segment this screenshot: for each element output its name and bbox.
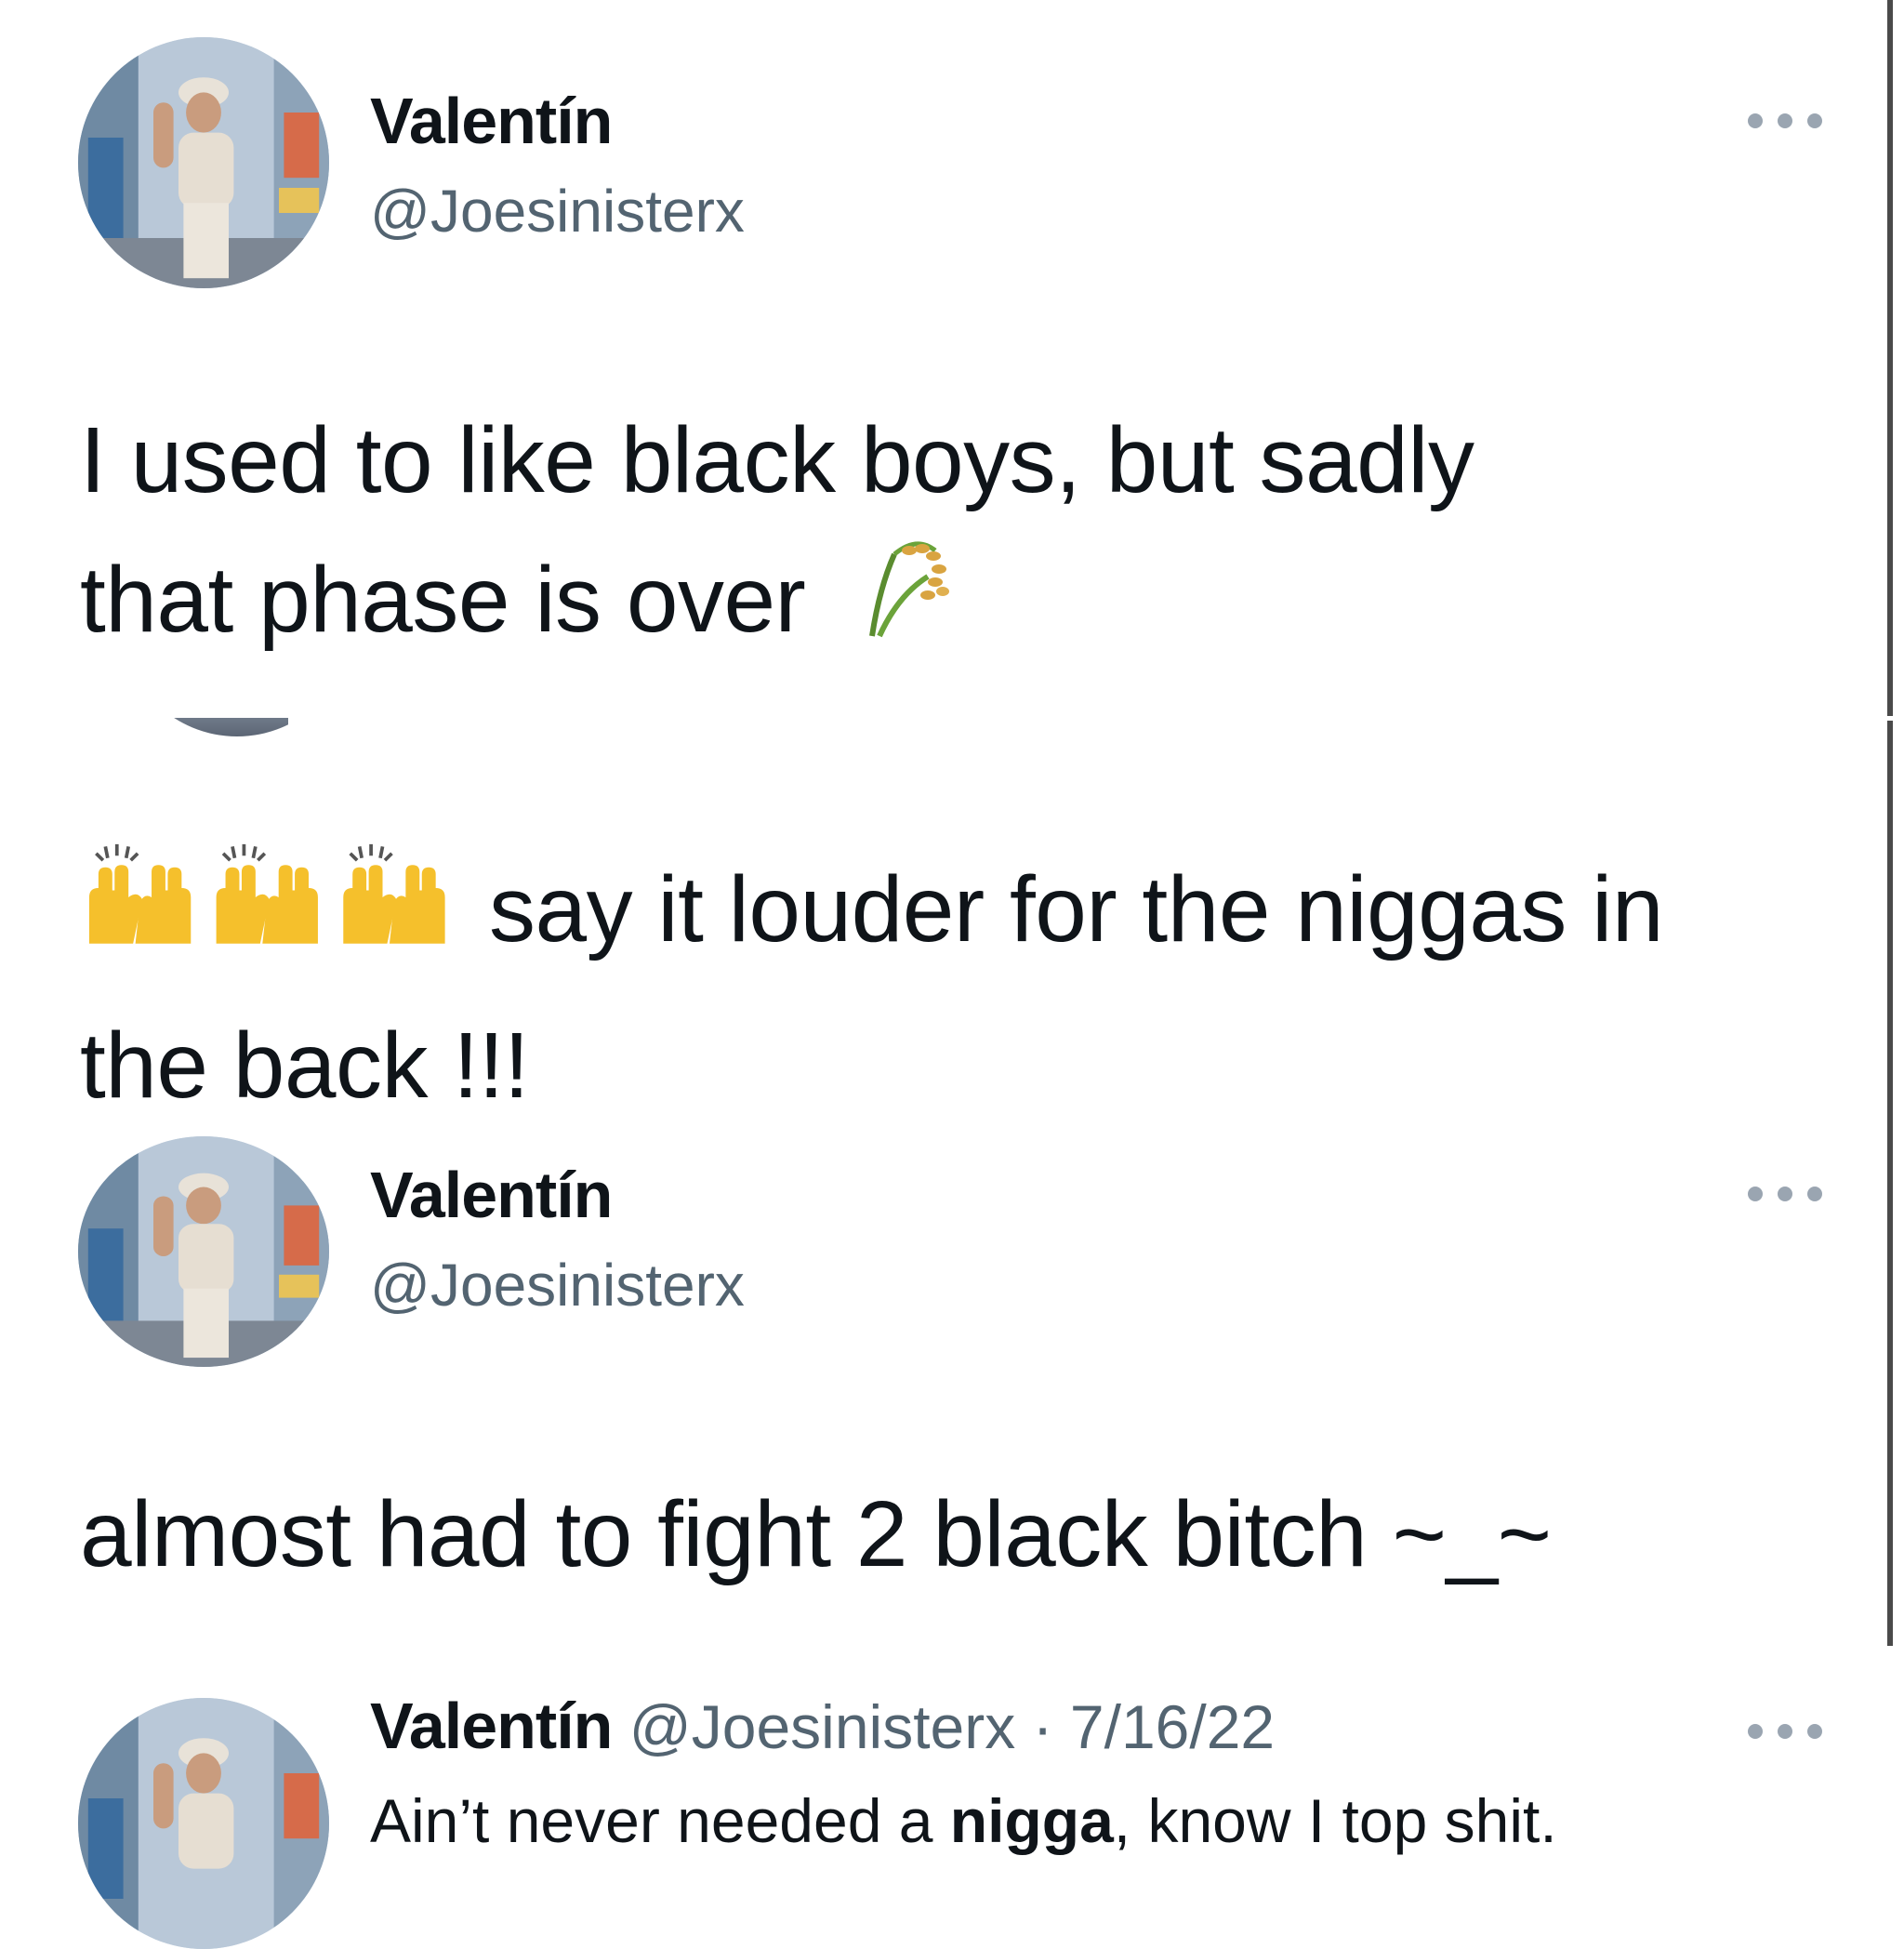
- tweet-header: Valentín @Joesinisterx · 7/16/22: [370, 1689, 1275, 1763]
- handle[interactable]: @Joesinisterx: [370, 177, 745, 245]
- more-options-icon[interactable]: [1748, 110, 1822, 132]
- avatar-photo: [78, 37, 329, 288]
- separator: ·: [1032, 1692, 1053, 1761]
- tweet-text: Ain’t never needed a nigga, know I top s…: [370, 1785, 1557, 1856]
- tweet-text-line: say it louder for the niggas in: [80, 837, 1664, 996]
- tweet-text-line: the back !!!: [80, 1014, 530, 1118]
- tweet-text: I used to like black boys, but sadly tha…: [80, 391, 1474, 682]
- tweet-text-line: I used to like black boys, but sadly: [80, 408, 1474, 512]
- avatar-photo: [78, 1136, 329, 1367]
- tweet-text: almost had to fight 2 black bitch ~_~: [80, 1465, 1552, 1604]
- tweet-text-line-content: say it louder for the niggas in: [489, 856, 1664, 961]
- display-name[interactable]: Valentín: [370, 1158, 613, 1232]
- tweet-text-part: , know I top shit.: [1113, 1786, 1557, 1855]
- tweet-text-bold: nigga: [949, 1786, 1114, 1855]
- avatar-photo: [78, 1698, 329, 1949]
- avatar[interactable]: [78, 1136, 329, 1367]
- handle[interactable]: @Joesinisterx: [629, 1692, 1015, 1761]
- display-name[interactable]: Valentín: [370, 1690, 613, 1762]
- handle[interactable]: @Joesinisterx: [370, 1251, 745, 1319]
- tweet-text-line: almost had to fight 2 black bitch ~_~: [80, 1482, 1552, 1586]
- more-options-icon[interactable]: [1748, 1183, 1822, 1205]
- more-options-icon[interactable]: [1748, 1720, 1822, 1743]
- rice-emoji: [853, 532, 965, 682]
- tweet-date[interactable]: 7/16/22: [1070, 1692, 1275, 1761]
- raising-hands-emoji: [80, 837, 461, 996]
- display-name[interactable]: Valentín: [370, 84, 613, 158]
- tweet-text-line-content: that phase is over: [80, 548, 806, 652]
- tweet-2: say it louder for the niggas in the back…: [0, 837, 1878, 1118]
- avatar[interactable]: [78, 1698, 329, 1949]
- avatar-fragment: [121, 718, 288, 746]
- tweet-text-line: that phase is over: [80, 530, 1474, 682]
- avatar[interactable]: [78, 37, 329, 288]
- tweet-text: say it louder for the niggas in the back…: [80, 837, 1664, 1135]
- scrollbar[interactable]: [1887, 0, 1893, 716]
- tweet-1: Valentín @Joesinisterx I used to like bl…: [0, 0, 1878, 725]
- tweet-text-part: Ain’t never needed a: [370, 1786, 950, 1855]
- scrollbar[interactable]: [1887, 721, 1893, 1646]
- tweet-3: Valentín @Joesinisterx almost had to fig…: [0, 1116, 1878, 1637]
